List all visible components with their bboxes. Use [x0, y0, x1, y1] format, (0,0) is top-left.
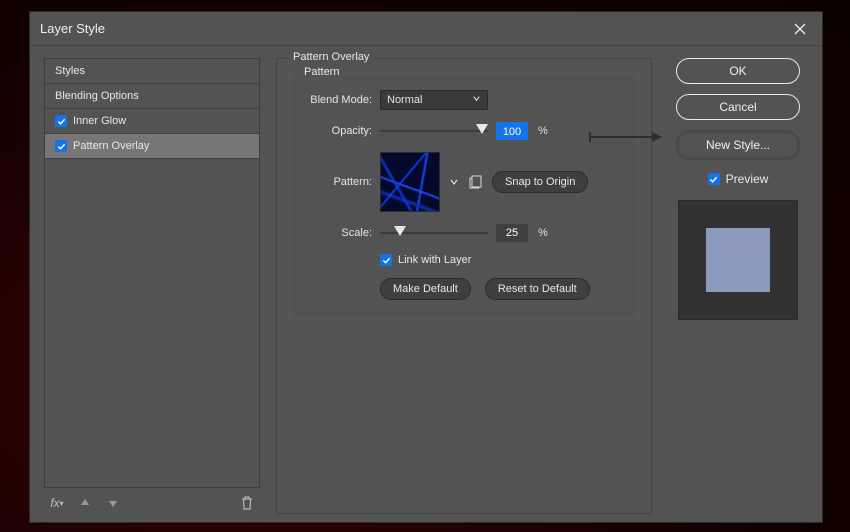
- sidebar-item-pattern-overlay[interactable]: Pattern Overlay: [45, 134, 259, 159]
- scale-label: Scale:: [300, 227, 372, 239]
- checkbox-checked-icon[interactable]: [380, 254, 392, 266]
- chevron-down-icon: [472, 94, 481, 106]
- blend-mode-label: Blend Mode:: [300, 94, 372, 106]
- ok-button[interactable]: OK: [676, 58, 800, 84]
- arrow-down-icon[interactable]: [104, 494, 122, 512]
- sidebar-item-label: Inner Glow: [73, 115, 126, 127]
- blend-mode-value: Normal: [387, 94, 422, 106]
- inner-group-title: Pattern: [298, 66, 345, 78]
- blend-mode-select[interactable]: Normal: [380, 90, 488, 110]
- dialog-title: Layer Style: [40, 21, 105, 36]
- sidebar-footer: fx▾: [44, 488, 260, 514]
- preview-checkbox-row: Preview: [708, 172, 769, 186]
- cancel-label: Cancel: [719, 100, 756, 114]
- layer-style-dialog: Layer Style Styles Blending Options Inne…: [29, 11, 823, 523]
- snap-to-origin-button[interactable]: Snap to Origin: [492, 171, 588, 193]
- scale-row: Scale: 25 %: [300, 224, 628, 242]
- preview-label: Preview: [726, 172, 769, 186]
- pattern-swatch[interactable]: [380, 152, 440, 212]
- snap-button-label: Snap to Origin: [505, 176, 575, 188]
- checkbox-checked-icon[interactable]: [708, 173, 720, 185]
- blend-mode-row: Blend Mode: Normal: [300, 90, 628, 110]
- opacity-input[interactable]: 100: [496, 122, 528, 140]
- scale-slider[interactable]: [380, 226, 488, 240]
- ok-label: OK: [729, 64, 746, 78]
- opacity-unit: %: [538, 125, 548, 137]
- dialog-buttons-column: OK Cancel New Style... Preview: [668, 58, 808, 514]
- fx-icon[interactable]: fx▾: [48, 494, 66, 512]
- panel-title: Pattern Overlay: [287, 51, 375, 63]
- new-style-button[interactable]: New Style...: [676, 130, 800, 160]
- create-new-icon[interactable]: [468, 174, 484, 190]
- link-with-layer-label: Link with Layer: [398, 254, 471, 266]
- make-default-label: Make Default: [393, 283, 458, 295]
- titlebar: Layer Style: [30, 12, 822, 46]
- chevron-down-icon[interactable]: [448, 177, 460, 187]
- scale-unit: %: [538, 227, 548, 239]
- cancel-button[interactable]: Cancel: [676, 94, 800, 120]
- preview-box: [678, 200, 798, 320]
- close-icon: [794, 23, 806, 35]
- opacity-slider[interactable]: [380, 124, 488, 138]
- new-style-label: New Style...: [706, 138, 770, 152]
- reset-default-label: Reset to Default: [498, 283, 577, 295]
- arrow-up-icon[interactable]: [76, 494, 94, 512]
- link-with-layer-row: Link with Layer: [380, 254, 628, 266]
- sidebar-header-blending[interactable]: Blending Options: [45, 84, 259, 109]
- settings-panel: Pattern Overlay Pattern Blend Mode: Norm…: [276, 58, 652, 514]
- pattern-label: Pattern:: [300, 176, 372, 188]
- make-default-button[interactable]: Make Default: [380, 278, 471, 300]
- scale-input[interactable]: 25: [496, 224, 528, 242]
- reset-to-default-button[interactable]: Reset to Default: [485, 278, 590, 300]
- annotation-arrow-icon: [590, 136, 654, 138]
- checkbox-checked-icon[interactable]: [55, 115, 67, 127]
- sidebar-item-inner-glow[interactable]: Inner Glow: [45, 109, 259, 134]
- opacity-label: Opacity:: [300, 125, 372, 137]
- sidebar-item-label: Pattern Overlay: [73, 140, 149, 152]
- checkbox-checked-icon[interactable]: [55, 140, 67, 152]
- sidebar-header-styles[interactable]: Styles: [45, 59, 259, 84]
- styles-sidebar: Styles Blending Options Inner Glow Patte…: [44, 58, 260, 514]
- close-button[interactable]: [788, 17, 812, 41]
- preview-swatch: [706, 228, 770, 292]
- trash-icon[interactable]: [238, 494, 256, 512]
- opacity-row: Opacity: 100 %: [300, 122, 628, 140]
- pattern-row: Pattern: Snap to Origin: [300, 152, 628, 212]
